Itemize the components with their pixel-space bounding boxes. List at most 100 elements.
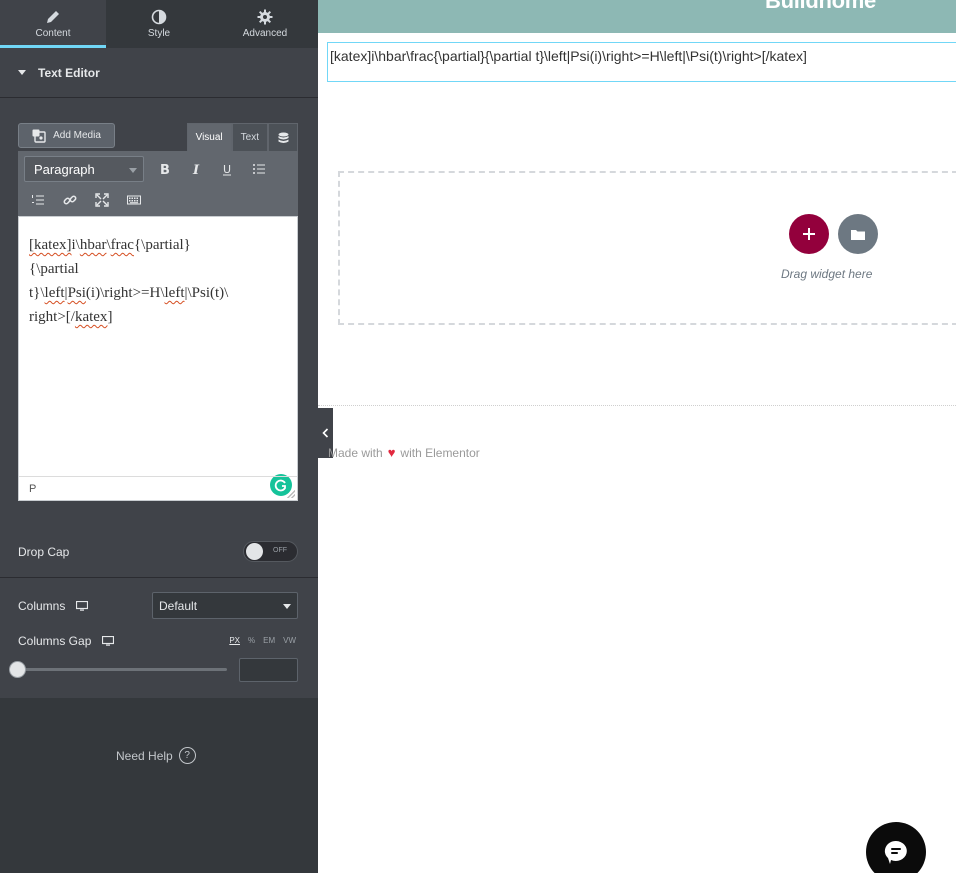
editor-text-segment: left [44,285,65,301]
half-circle-icon [151,9,167,25]
unit-percent[interactable]: % [248,636,255,645]
widget-text-content: [katex]i\hbar\frac{\partial}{\partial t}… [330,48,807,64]
toolbar-toggle-button[interactable] [122,188,146,212]
editor-text-segment: [katex] [29,237,72,253]
editor-panel: Content Style Advanced Text Editor Add M… [0,0,318,873]
chat-bubble-icon [884,840,907,864]
columns-gap-slider-track[interactable] [18,668,227,671]
dynamic-tags-button[interactable] [268,123,298,151]
editor-toolbar: Paragraph B I U [18,151,298,216]
unit-em[interactable]: EM [263,636,275,645]
editor-text-segment: {\partial [29,261,79,277]
editor-text-segment: katex [74,309,108,325]
numbered-list-icon [32,195,44,205]
pencil-icon [47,11,59,23]
desktop-icon[interactable] [102,635,115,647]
tab-style[interactable]: Style [106,0,212,48]
editor-text-segment: |\Psi(t)\ [184,285,229,301]
section-divider [318,405,956,406]
drag-hint: Drag widget here [781,267,873,281]
site-logo[interactable]: Buildhome [765,0,876,14]
editor-statusbar: P [19,476,297,500]
svg-text:I: I [192,163,200,176]
svg-text:U: U [223,163,231,176]
editor-text-segment: i\ [71,237,80,253]
editor-text-segment: Psi [67,285,86,301]
tab-visual[interactable]: Visual [186,123,232,151]
database-icon [278,132,288,143]
visual-editor-area[interactable]: [katex]i\hbar\frac{\partial} {\partial t… [18,216,298,501]
section-text-editor[interactable]: Text Editor [0,48,318,98]
columns-label: Columns [18,599,89,613]
media-row: Add Media Visual Text [18,123,298,151]
tab-content[interactable]: Content [0,0,106,48]
heart-icon: ♥ [387,445,396,460]
tab-advanced-label: Advanced [242,28,288,39]
svg-text:B: B [160,163,170,176]
fullscreen-icon [95,193,109,207]
columns-select[interactable]: Default [152,592,298,619]
caret-down-icon [18,70,26,75]
footer-suffix: with Elementor [400,445,480,460]
editor-text-segment: right>[/ [29,309,75,325]
italic-icon: I [192,163,200,176]
bullet-list-button[interactable] [247,157,271,181]
add-media-icon [32,129,46,143]
panel-tabs: Content Style Advanced [0,0,318,48]
desktop-icon[interactable] [76,600,89,612]
add-section-button[interactable] [789,214,829,254]
italic-button[interactable]: I [184,157,208,181]
drop-cap-label: Drop Cap [18,545,69,559]
editor-text-segment: ] [107,309,113,325]
editor-text-segment: left [164,285,185,301]
add-template-button[interactable] [838,214,878,254]
question-icon: ? [178,747,196,764]
editor-text-segment: (i)\right>=H\ [85,285,165,301]
chat-launcher-button[interactable] [866,822,926,873]
unit-vw[interactable]: VW [283,636,296,645]
bold-button[interactable]: B [152,157,176,181]
toggle-state: OFF [273,547,287,554]
drop-cap-label-text: Drop Cap [18,545,70,559]
underline-icon: U [223,163,231,176]
underline-button[interactable]: U [215,157,239,181]
tab-advanced[interactable]: Advanced [212,0,318,48]
need-help-link[interactable]: Need Help ? [116,747,196,764]
editor-text-segment: {\partial} [133,237,191,253]
editor-content[interactable]: [katex]i\hbar\frac{\partial} {\partial t… [29,233,291,329]
numbered-list-button[interactable] [26,188,50,212]
tab-style-label: Style [147,28,171,39]
footer-prefix: Made with [328,445,383,460]
plus-icon [803,228,815,240]
toggle-knob [246,543,263,560]
editor-mode-tabs: Visual Text [186,123,298,151]
columns-gap-slider-handle[interactable] [9,661,26,678]
unit-px[interactable]: PX [229,636,240,645]
columns-gap-input[interactable] [239,658,298,682]
format-select[interactable]: Paragraph [24,156,144,182]
bold-icon: B [160,163,170,176]
element-path[interactable]: P [29,483,36,495]
drop-cap-toggle[interactable]: OFF [243,541,298,562]
chevron-down-icon [283,604,291,609]
editor-text-segment: frac [110,237,134,253]
tab-content-label: Content [35,28,71,39]
site-header: Buildhome [318,0,956,33]
keyboard-icon [127,195,141,205]
resize-handle-icon[interactable] [287,490,295,498]
columns-select-value: Default [159,598,198,613]
gear-icon [257,9,273,25]
divider [0,577,318,578]
tab-text[interactable]: Text [231,123,268,151]
add-media-button[interactable]: Add Media [18,123,115,148]
panel-footer-area [0,698,318,873]
format-select-value: Paragraph [34,161,95,177]
unit-switcher: PX % EM VW [229,636,296,645]
text-editor-widget[interactable]: [katex]i\hbar\frac{\partial}{\partial t}… [327,42,956,82]
chevron-left-icon [322,428,329,438]
fullscreen-button[interactable] [90,188,114,212]
columns-gap-label: Columns Gap [18,634,115,648]
link-button[interactable] [58,188,82,212]
text-editor-control: Add Media Visual Text Paragraph B I U [k… [18,123,298,501]
page-preview: Buildhome [katex]i\hbar\frac{\partial}{\… [318,0,956,873]
